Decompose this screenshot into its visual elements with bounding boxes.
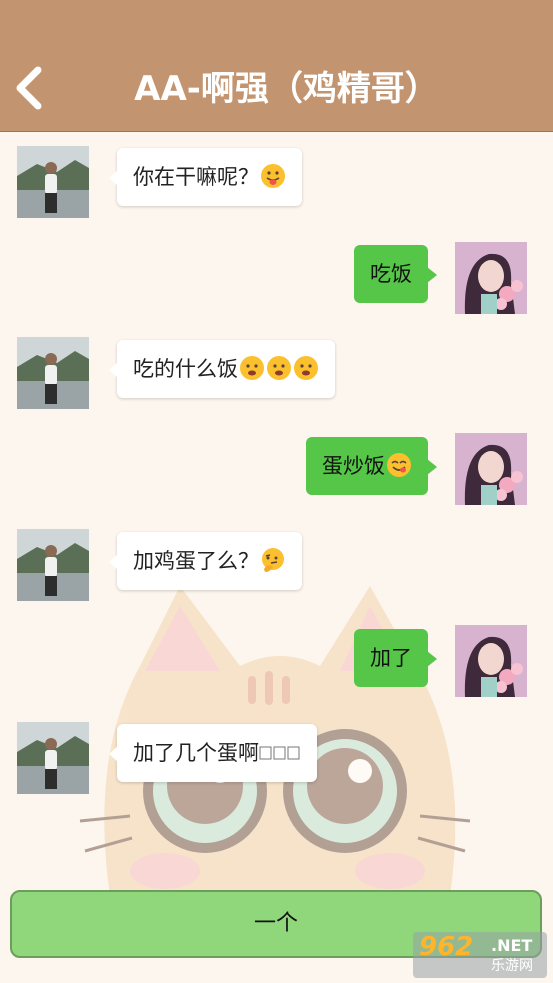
received-message-bubble[interactable]: 吃的什么饭 xyxy=(109,340,335,398)
message-text: 吃的什么饭 xyxy=(133,357,238,381)
received-message-bubble[interactable]: 加了几个蛋啊 xyxy=(109,724,317,782)
contact-avatar[interactable] xyxy=(17,722,89,794)
contact-avatar[interactable] xyxy=(17,529,89,601)
yum-emoji-icon xyxy=(387,453,411,477)
watermark-suffix: .NET xyxy=(491,936,533,955)
user-avatar[interactable] xyxy=(455,242,527,314)
drooling-emoji-icon xyxy=(267,356,291,380)
site-watermark: 962 .NET 乐游网 xyxy=(413,932,547,978)
message-text: 你在干嘛呢？ xyxy=(133,165,259,189)
message-row: 你在干嘛呢？ xyxy=(0,131,553,221)
received-message-bubble[interactable]: 加鸡蛋了么？ xyxy=(109,532,302,590)
watermark-number: 962 xyxy=(419,932,474,962)
sent-message-bubble[interactable]: 蛋炒饭 xyxy=(306,437,437,495)
tongue-out-emoji-icon xyxy=(261,164,285,188)
watermark-text: 乐游网 xyxy=(491,958,533,974)
chat-title: AA-啊强（鸡精哥） xyxy=(134,69,439,109)
message-text: 加了 xyxy=(370,646,412,670)
thinking-emoji-icon xyxy=(262,548,284,572)
sent-message-bubble[interactable]: 加了 xyxy=(354,629,437,687)
contact-avatar[interactable] xyxy=(17,337,89,409)
drooling-emoji-icon xyxy=(294,356,318,380)
message-text: 加了几个蛋啊 xyxy=(133,741,259,765)
missing-glyph-icon xyxy=(259,746,300,760)
chevron-left-icon[interactable] xyxy=(14,66,44,110)
chat-area[interactable]: 你在干嘛呢？ 吃饭 吃的什么饭 蛋炒饭 加鸡蛋了么？ 加了 加了几个蛋啊 xyxy=(0,131,553,891)
message-row: 加鸡蛋了么？ xyxy=(0,516,553,606)
chat-header: AA-啊强（鸡精哥） xyxy=(0,0,553,132)
message-row: 加了几个蛋啊 xyxy=(0,708,553,798)
drooling-emoji-icon xyxy=(240,356,264,380)
user-avatar[interactable] xyxy=(455,433,527,505)
received-message-bubble[interactable]: 你在干嘛呢？ xyxy=(109,148,302,206)
contact-avatar[interactable] xyxy=(17,146,89,218)
sent-message-bubble[interactable]: 吃饭 xyxy=(354,245,437,303)
user-avatar[interactable] xyxy=(455,625,527,697)
message-text: 吃饭 xyxy=(370,262,412,286)
message-row: 加了 xyxy=(0,615,553,705)
message-text: 加鸡蛋了么？ xyxy=(133,549,259,573)
message-text: 蛋炒饭 xyxy=(322,454,385,478)
message-row: 吃饭 xyxy=(0,231,553,321)
message-row: 吃的什么饭 xyxy=(0,324,553,414)
message-row: 蛋炒饭 xyxy=(0,423,553,513)
